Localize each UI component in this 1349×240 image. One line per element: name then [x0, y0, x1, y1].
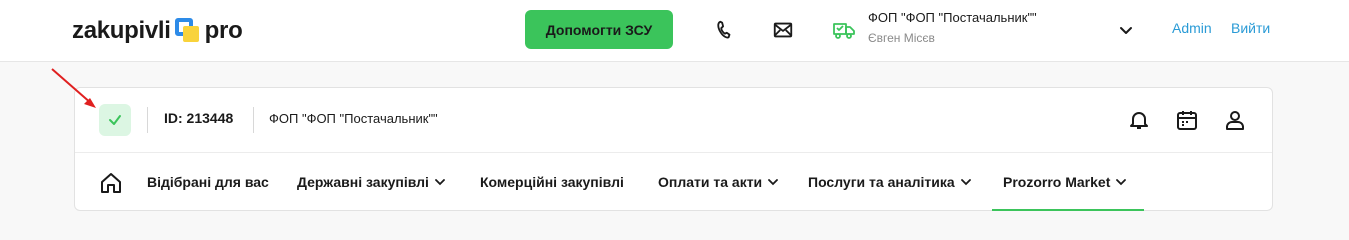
bell-icon[interactable]: [1127, 108, 1151, 132]
logo-text-right: pro: [204, 17, 243, 44]
truck-icon: [832, 18, 856, 42]
nav-item-label: Prozorro Market: [1003, 174, 1111, 190]
nav-item-prozorro-market[interactable]: Prozorro Market: [1003, 174, 1127, 190]
account-org-name: ФОП "ФОП "Постачальник"": [269, 111, 438, 126]
annotation-arrow-icon: [51, 68, 96, 108]
chevron-down-icon: [1116, 179, 1127, 186]
nav-item-label: Оплати та акти: [658, 174, 763, 190]
header-org-name: ФОП "ФОП "Постачальник"": [868, 10, 1037, 25]
logo-mark-icon: [173, 16, 203, 46]
nav-item-selected[interactable]: Відібрані для вас: [147, 174, 269, 190]
divider: [147, 107, 148, 133]
chevron-down-icon: [435, 179, 445, 186]
main-nav: Відібрані для вас Державні закупівлі Ком…: [75, 154, 1272, 212]
nav-item-label: Послуги та аналітика: [808, 174, 955, 190]
logout-link[interactable]: Вийти: [1231, 20, 1270, 36]
account-card: ID: 213448 ФОП "ФОП "Постачальник"" Віді…: [74, 87, 1273, 211]
logo-text-left: zakupivli: [72, 17, 171, 44]
nav-item-label: Державні закупівлі: [297, 174, 429, 190]
check-icon: [109, 115, 121, 125]
home-icon[interactable]: [99, 171, 123, 195]
admin-link[interactable]: Admin: [1172, 20, 1212, 36]
header-org[interactable]: ФОП "ФОП "Постачальник"" Євген Місєв: [868, 10, 1037, 45]
nav-item-label: Комерційні закупівлі: [480, 174, 624, 190]
mail-icon[interactable]: [771, 18, 795, 42]
nav-item-services[interactable]: Послуги та аналітика: [808, 174, 971, 190]
nav-item-commercial-procurement[interactable]: Комерційні закупівлі: [480, 174, 624, 190]
account-bar: ID: 213448 ФОП "ФОП "Постачальник"": [75, 88, 1272, 153]
active-tab-indicator: [992, 209, 1144, 211]
verified-status[interactable]: [99, 104, 131, 136]
chevron-down-icon: [960, 179, 971, 186]
chevron-down-icon: [768, 179, 779, 186]
phone-icon[interactable]: [712, 18, 736, 42]
logo[interactable]: zakupivli pro: [72, 16, 243, 46]
divider: [253, 107, 254, 133]
header-person-name: Євген Місєв: [868, 31, 935, 45]
help-zsu-button[interactable]: Допомогти ЗСУ: [525, 10, 673, 49]
user-icon[interactable]: [1223, 108, 1247, 132]
nav-item-state-procurement[interactable]: Державні закупівлі: [297, 174, 445, 190]
account-id: ID: 213448: [164, 110, 234, 126]
calendar-icon[interactable]: [1175, 108, 1199, 132]
nav-item-payments[interactable]: Оплати та акти: [658, 174, 779, 190]
chevron-down-icon[interactable]: [1118, 22, 1134, 38]
nav-item-label: Відібрані для вас: [147, 174, 269, 190]
top-header: zakupivli pro Допомогти ЗСУ ФОП "ФОП "По…: [0, 0, 1349, 62]
